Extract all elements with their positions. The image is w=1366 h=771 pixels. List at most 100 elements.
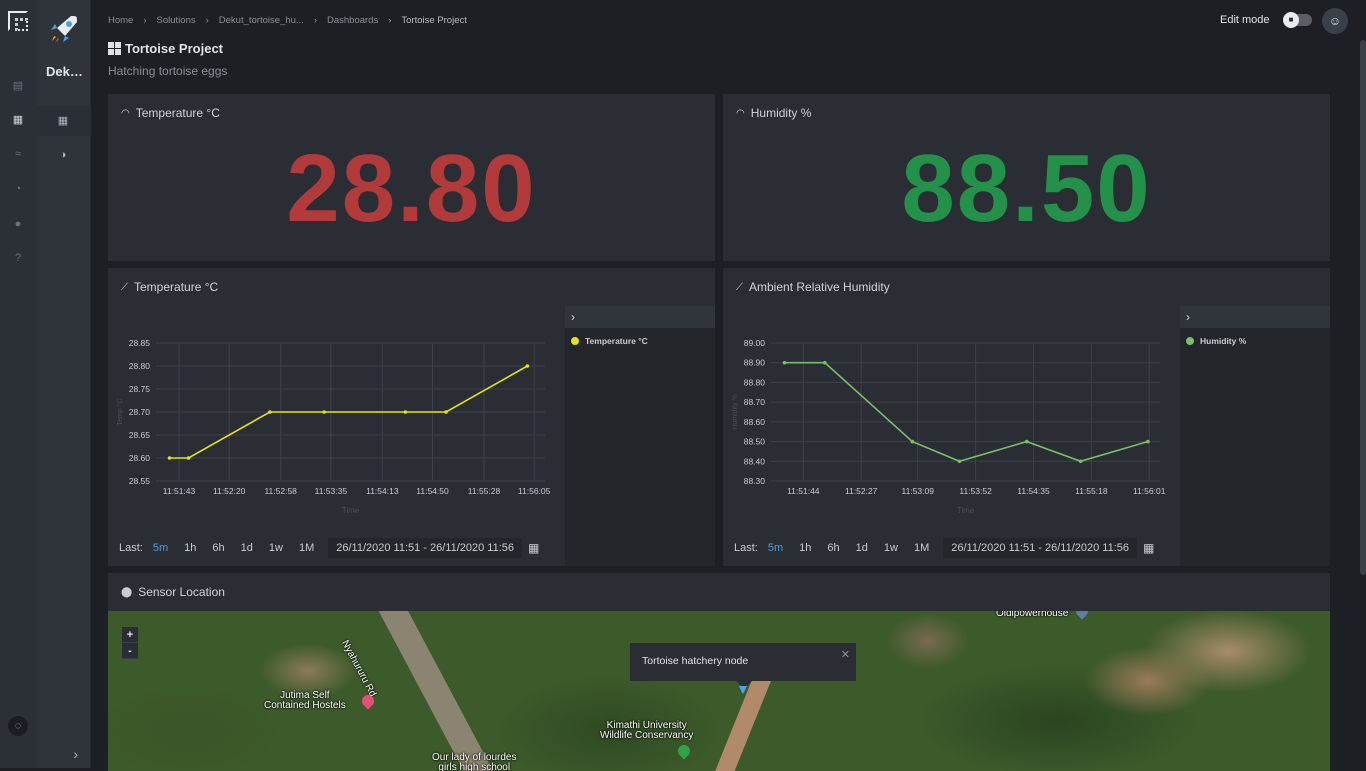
y-tick-label: 88.80 xyxy=(744,377,766,387)
map-popup: Tortoise hatchery node ✕ xyxy=(630,643,856,689)
breadcrumb-home[interactable]: Home xyxy=(108,15,133,26)
range-6h[interactable]: 6h xyxy=(212,542,224,554)
zoom-out-button[interactable]: - xyxy=(122,643,138,659)
dashboards-icon[interactable]: ▦ xyxy=(56,114,70,128)
x-tick-label: 11:55:28 xyxy=(468,486,501,496)
range-1M[interactable]: 1M xyxy=(914,542,929,554)
breadcrumb-current: Tortoise Project xyxy=(401,15,467,26)
data-point xyxy=(525,364,530,368)
account-icon[interactable]: ● xyxy=(10,216,26,232)
breadcrumb-solutions[interactable]: Solutions xyxy=(157,15,196,26)
popup-text: Tortoise hatchery node xyxy=(642,655,749,667)
legend-item[interactable]: Humidity % xyxy=(1180,328,1330,354)
y-axis-label: Temp °C xyxy=(116,399,124,426)
y-tick-label: 28.85 xyxy=(129,338,151,348)
x-axis-label: Time xyxy=(342,506,360,515)
breadcrumb-dashboards[interactable]: Dashboards xyxy=(327,15,378,26)
x-tick-label: 11:53:52 xyxy=(959,486,992,496)
range-1M[interactable]: 1M xyxy=(299,542,314,554)
range-1w[interactable]: 1w xyxy=(884,542,898,554)
contrast-icon[interactable]: ◑ xyxy=(56,148,70,162)
dashboard-icon xyxy=(108,42,121,55)
data-point xyxy=(1146,439,1150,444)
map-pin-icon[interactable] xyxy=(1073,611,1091,620)
data-point xyxy=(1024,439,1029,444)
card-title-text: Temperature °C xyxy=(134,280,219,294)
chat-icon[interactable]: ◌ xyxy=(8,716,28,736)
sensor-marker-icon[interactable]: ▼ xyxy=(736,681,750,697)
chevron-right-icon: › xyxy=(205,15,209,26)
analytics-icon[interactable]: ≈ xyxy=(10,146,26,162)
legend-panel: › Humidity % xyxy=(1180,306,1330,566)
chart-line-icon: ⟋ xyxy=(736,281,743,293)
help-icon[interactable]: ? xyxy=(10,250,26,266)
dashboard-icon[interactable]: ▤ xyxy=(10,78,26,94)
last-label: Last: xyxy=(119,542,143,554)
x-tick-label: 11:55:18 xyxy=(1075,486,1108,496)
data-point xyxy=(782,360,787,365)
data-point xyxy=(268,410,272,414)
date-range-field[interactable]: 26/11/2020 11:51 - 26/11/2020 11:56 xyxy=(328,538,523,558)
range-5m[interactable]: 5m xyxy=(153,542,168,554)
calendar-icon[interactable]: ▦ xyxy=(1143,541,1154,555)
y-tick-label: 28.65 xyxy=(129,430,151,440)
y-tick-label: 28.75 xyxy=(129,384,151,394)
data-point xyxy=(957,459,962,464)
range-1d[interactable]: 1d xyxy=(856,542,868,554)
chevron-right-icon[interactable]: › xyxy=(565,306,715,328)
time-range-bar: Last: 5m 1h 6h 1d 1w 1M 26/11/2020 11:51… xyxy=(734,538,1154,558)
map-pin-icon[interactable] xyxy=(675,742,693,760)
range-6h[interactable]: 6h xyxy=(827,542,839,554)
solution-name: Dek… xyxy=(46,64,83,79)
close-icon[interactable]: ✕ xyxy=(841,648,850,661)
legend-item[interactable]: Temperature °C xyxy=(565,328,715,354)
y-tick-label: 28.55 xyxy=(129,476,151,486)
map-label-lourdes: Our lady of lourdes girls high school xyxy=(432,752,517,771)
calendar-icon[interactable]: ▦ xyxy=(528,541,539,555)
chart-line-icon: ⟋ xyxy=(121,281,128,293)
edit-mode-toggle[interactable]: ■ xyxy=(1283,12,1312,28)
legend-dot xyxy=(1186,337,1194,345)
range-1w[interactable]: 1w xyxy=(269,542,283,554)
chevron-right-icon[interactable]: › xyxy=(73,746,78,762)
range-1h[interactable]: 1h xyxy=(799,542,811,554)
data-point xyxy=(322,410,326,414)
card-title-text: Sensor Location xyxy=(138,585,225,599)
humidity-value: 88.50 xyxy=(901,135,1152,242)
map-label-jutima: Jutima Self Contained Hostels xyxy=(264,690,346,711)
breadcrumb: Home › Solutions › Dekut_tortoise_hu... › D… xyxy=(108,15,467,26)
x-tick-label: 11:53:09 xyxy=(901,486,934,496)
zoom-in-button[interactable]: + xyxy=(122,627,138,643)
chevron-right-icon: › xyxy=(388,15,392,26)
y-tick-label: 28.80 xyxy=(129,361,151,371)
y-tick-label: 88.40 xyxy=(744,456,766,466)
x-tick-label: 11:51:43 xyxy=(163,486,196,496)
app-logo[interactable] xyxy=(8,11,28,31)
x-tick-label: 11:54:13 xyxy=(366,486,399,496)
range-5m[interactable]: 5m xyxy=(768,542,783,554)
bell-icon[interactable]: ◔ xyxy=(10,181,26,197)
data-point xyxy=(910,439,915,444)
y-tick-label: 28.60 xyxy=(129,453,151,463)
card-title-text: Temperature °C xyxy=(135,106,220,120)
temperature-value-card: ◠ Temperature °C 28.80 xyxy=(108,94,715,261)
date-range-field[interactable]: 26/11/2020 11:51 - 26/11/2020 11:56 xyxy=(943,538,1138,558)
map-label-road: Nyahururu Rd xyxy=(339,638,379,699)
lock-icon: ■ xyxy=(1283,12,1299,28)
breadcrumb-solution[interactable]: Dekut_tortoise_hu... xyxy=(219,15,304,26)
map[interactable]: Nyahururu Rd + - Jutima Self Contained H… xyxy=(108,611,1330,771)
temperature-chart-card: ⟋ Temperature °C 28.55 28.60 28.65 28.70 28.… xyxy=(108,268,715,566)
last-label: Last: xyxy=(734,542,758,554)
page-subtitle: Hatching tortoise eggs xyxy=(108,64,228,78)
range-1h[interactable]: 1h xyxy=(184,542,196,554)
user-menu-button[interactable]: ☺ xyxy=(1322,8,1348,34)
chevron-right-icon[interactable]: › xyxy=(1180,306,1330,328)
range-1d[interactable]: 1d xyxy=(241,542,253,554)
chevron-right-icon: › xyxy=(143,15,147,26)
y-tick-label: 88.90 xyxy=(744,358,766,368)
scrollbar[interactable] xyxy=(1360,40,1366,575)
y-tick-label: 28.70 xyxy=(129,407,151,417)
location-pin-icon: ⬤ xyxy=(121,586,133,598)
apps-icon[interactable]: ▦ xyxy=(10,112,26,128)
card-title: ⟋ Temperature °C xyxy=(121,280,218,294)
